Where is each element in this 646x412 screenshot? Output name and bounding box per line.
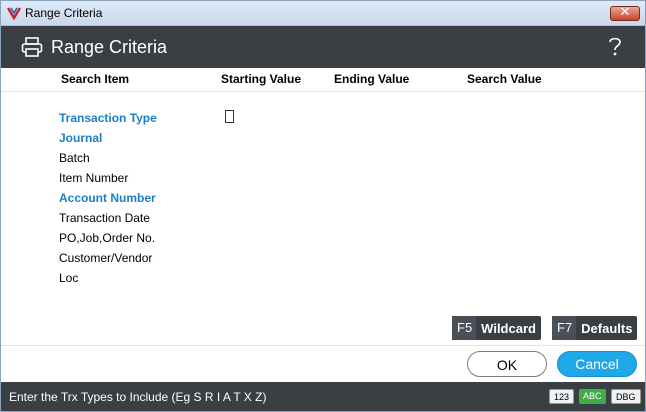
printer-icon bbox=[21, 37, 43, 57]
defaults-key-label: F7 bbox=[552, 316, 577, 340]
starting-value-input[interactable] bbox=[225, 110, 234, 123]
ok-button[interactable]: OK bbox=[467, 351, 547, 377]
search-item-journal[interactable]: Journal bbox=[59, 131, 102, 145]
search-item-account-number[interactable]: Account Number bbox=[59, 191, 156, 205]
search-item-transaction-date[interactable]: Transaction Date bbox=[59, 211, 150, 225]
defaults-label: Defaults bbox=[581, 320, 633, 336]
column-header-search-value: Search Value bbox=[467, 72, 542, 86]
window-title: Range Criteria bbox=[25, 6, 103, 20]
title-bar: Range Criteria ✕ bbox=[1, 1, 645, 26]
search-item-transaction-type[interactable]: Transaction Type bbox=[59, 111, 157, 125]
column-header-ending-value: Ending Value bbox=[334, 72, 410, 86]
close-icon: ✕ bbox=[619, 5, 631, 20]
numeric-mode-badge: 123 bbox=[549, 389, 575, 404]
app-logo-icon bbox=[6, 7, 22, 21]
range-criteria-window: Range Criteria ✕ Range Criteria Search I… bbox=[0, 0, 646, 412]
search-item-item-number[interactable]: Item Number bbox=[59, 171, 128, 185]
search-item-batch[interactable]: Batch bbox=[59, 151, 90, 165]
header-divider bbox=[1, 91, 645, 92]
close-button[interactable]: ✕ bbox=[610, 5, 640, 21]
status-bar: Enter the Trx Types to Include (Eg S R I… bbox=[1, 382, 645, 411]
cancel-button[interactable]: Cancel bbox=[557, 351, 637, 377]
search-item-loc[interactable]: Loc bbox=[59, 271, 78, 285]
wildcard-button[interactable]: F5 Wildcard bbox=[452, 316, 541, 340]
search-item-po-job-order[interactable]: PO,Job,Order No. bbox=[59, 231, 155, 245]
wildcard-key-label: F5 bbox=[452, 316, 477, 340]
wildcard-label: Wildcard bbox=[481, 320, 536, 336]
footer-divider bbox=[1, 345, 645, 346]
defaults-button[interactable]: F7 Defaults bbox=[552, 316, 638, 340]
search-item-customer-vendor[interactable]: Customer/Vendor bbox=[59, 251, 152, 265]
column-header-starting-value: Starting Value bbox=[221, 72, 302, 86]
debug-mode-badge: DBG bbox=[611, 389, 641, 404]
help-icon[interactable] bbox=[607, 35, 623, 57]
page-title: Range Criteria bbox=[51, 37, 168, 57]
alpha-mode-badge: ABC bbox=[579, 389, 606, 404]
column-header-search-item: Search Item bbox=[61, 72, 130, 86]
status-message: Enter the Trx Types to Include (Eg S R I… bbox=[9, 390, 267, 404]
dialog-header: Range Criteria bbox=[1, 26, 645, 68]
